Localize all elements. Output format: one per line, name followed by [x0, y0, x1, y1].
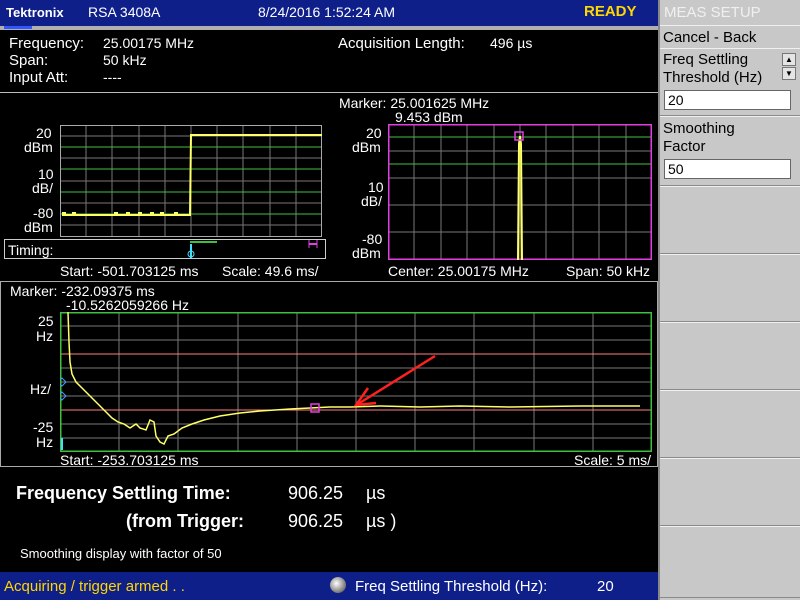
threshold-input[interactable] [664, 90, 791, 110]
threshold-label-2: Threshold (Hz) [663, 69, 763, 86]
spectrum-center: Center: 25.00175 MHz [388, 263, 529, 279]
settling-start: Start: -253.703125 ms [60, 452, 199, 468]
span-value: 50 kHz [103, 52, 147, 68]
y-top-unit: Hz [36, 328, 54, 344]
spectrum-marker-freq: Marker: 25.001625 MHz [339, 95, 490, 111]
spin-down-icon[interactable]: ▼ [782, 67, 796, 80]
y-mid-unit: dB/ [32, 180, 54, 196]
fst-label: Frequency Settling Time: [16, 483, 231, 503]
y-mid-unit: dB/ [361, 193, 383, 209]
y-bot-unit: dBm [352, 245, 381, 261]
y-mid-label: 10 [368, 179, 384, 195]
trigger-marker-icon [187, 244, 195, 258]
y-bot-label: -80 [33, 205, 54, 221]
settling-marker-freq: -10.5262059266 Hz [66, 297, 189, 313]
status-ready: READY [584, 3, 637, 20]
empty-softkey-3[interactable] [660, 186, 800, 254]
threshold-label-1: Freq Settling [663, 51, 749, 68]
trig-value: 906.25 [288, 511, 344, 531]
empty-softkey-6[interactable] [660, 390, 800, 458]
instrument-model: RSA 3408A [88, 4, 161, 20]
timing-scale: Scale: 49.6 ms/ [222, 263, 319, 279]
settings-readout: Frequency: 25.00175 MHz Span: 50 kHz Inp… [0, 30, 658, 90]
y-mid-unit: Hz/ [30, 381, 51, 397]
empty-softkey-5[interactable] [660, 322, 800, 390]
y-top-label: 20 [366, 125, 382, 141]
spectrum-marker-level: 9.453 dBm [395, 109, 463, 125]
settling-marker-time: Marker: -232.09375 ms [10, 283, 155, 299]
y-bot-label: -80 [362, 231, 383, 247]
settling-graticule [60, 312, 652, 452]
smoothing-label-1: Smoothing [663, 120, 735, 137]
y-mid-label: 10 [38, 166, 54, 182]
cancel-back-label: Cancel - Back [663, 29, 757, 46]
spectrum-plot-panel[interactable]: Marker: 25.001625 MHz 9.453 dBm 20 dBm 1… [330, 94, 658, 280]
fst-value: 906.25 [288, 483, 344, 503]
y-bot-label: -25 [33, 419, 54, 435]
fst-unit: µs [366, 483, 386, 503]
input-att-value: ---- [103, 69, 122, 85]
input-att-label: Input Att: [9, 69, 69, 86]
spectrum-span: Span: 50 kHz [566, 263, 651, 279]
spectrum-graticule [388, 124, 652, 260]
knob-icon[interactable] [330, 577, 346, 593]
empty-softkey-4[interactable] [660, 254, 800, 322]
frequency-label: Frequency: [9, 35, 85, 52]
smoothing-note: Smoothing display with factor of 50 [20, 546, 222, 561]
smoothing-factor-button[interactable]: Smoothing Factor [660, 116, 800, 186]
timing-plot-panel[interactable]: 20 dBm 10 dB/ -80 dBm Timing: Start: -50… [0, 94, 330, 280]
annotation-arrow [353, 354, 436, 407]
smoothing-input[interactable] [664, 159, 791, 179]
cancel-back-button[interactable]: Cancel - Back [660, 25, 800, 49]
active-param-label: Freq Settling Threshold (Hz): [355, 578, 548, 595]
y-bot-unit: Hz [36, 434, 54, 450]
y-top-label: 25 [38, 313, 54, 329]
acq-length-label: Acquisition Length: [338, 35, 465, 52]
y-top-unit: dBm [352, 139, 381, 155]
active-param-value: 20 [597, 578, 614, 595]
spin-up-icon[interactable]: ▲ [782, 53, 796, 66]
acquisition-progress [4, 26, 32, 29]
empty-softkey-8[interactable] [660, 526, 800, 598]
y-bot-unit: dBm [24, 219, 53, 235]
timing-graticule [60, 125, 322, 237]
trig-unit: µs ) [366, 511, 397, 531]
span-label: Span: [9, 52, 49, 69]
y-top-label: 20 [36, 125, 52, 141]
acquisition-state: Acquiring / trigger armed . . [4, 578, 185, 595]
acq-length-value: 496 µs [490, 35, 533, 51]
side-menu: MEAS SETUP Cancel - Back Freq Settling T… [658, 0, 800, 600]
frequency-value: 25.00175 MHz [103, 35, 195, 51]
trig-label: (from Trigger: [126, 511, 245, 531]
title-bar: Tektronix RSA 3408A 8/24/2016 1:52:24 AM… [0, 0, 658, 30]
timing-start: Start: -501.703125 ms [60, 263, 199, 279]
brand-logo: Tektronix [6, 5, 64, 20]
timing-label: Timing: [8, 242, 54, 258]
datetime: 8/24/2016 1:52:24 AM [258, 4, 395, 20]
smoothing-label-2: Factor [663, 138, 706, 155]
divider [0, 92, 658, 93]
empty-softkey-7[interactable] [660, 458, 800, 526]
timing-markers [187, 240, 318, 258]
freq-settling-threshold-button[interactable]: Freq Settling Threshold (Hz) ▲ ▼ [660, 48, 800, 116]
results-panel: Frequency Settling Time: 906.25 µs (from… [0, 470, 658, 570]
y-top-unit: dBm [24, 139, 53, 155]
menu-header: MEAS SETUP [664, 4, 761, 21]
settling-scale: Scale: 5 ms/ [574, 452, 652, 468]
status-bar: Acquiring / trigger armed . . Freq Settl… [0, 572, 658, 600]
